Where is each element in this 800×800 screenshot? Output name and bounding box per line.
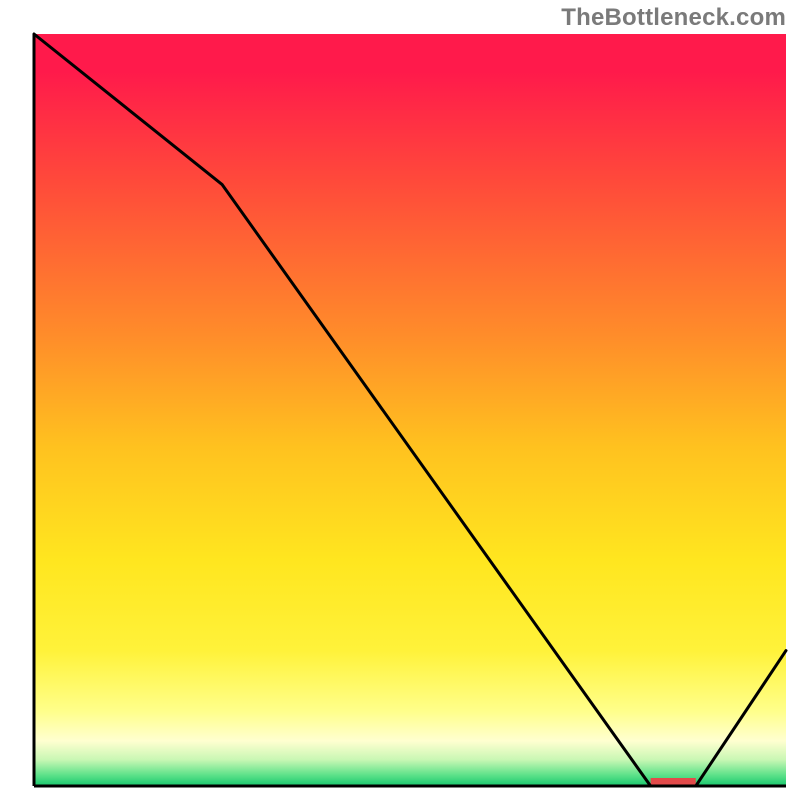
chart-canvas	[0, 0, 800, 800]
watermark-label: TheBottleneck.com	[561, 4, 786, 32]
chart-container: TheBottleneck.com	[0, 0, 800, 800]
chart-background	[34, 34, 786, 786]
